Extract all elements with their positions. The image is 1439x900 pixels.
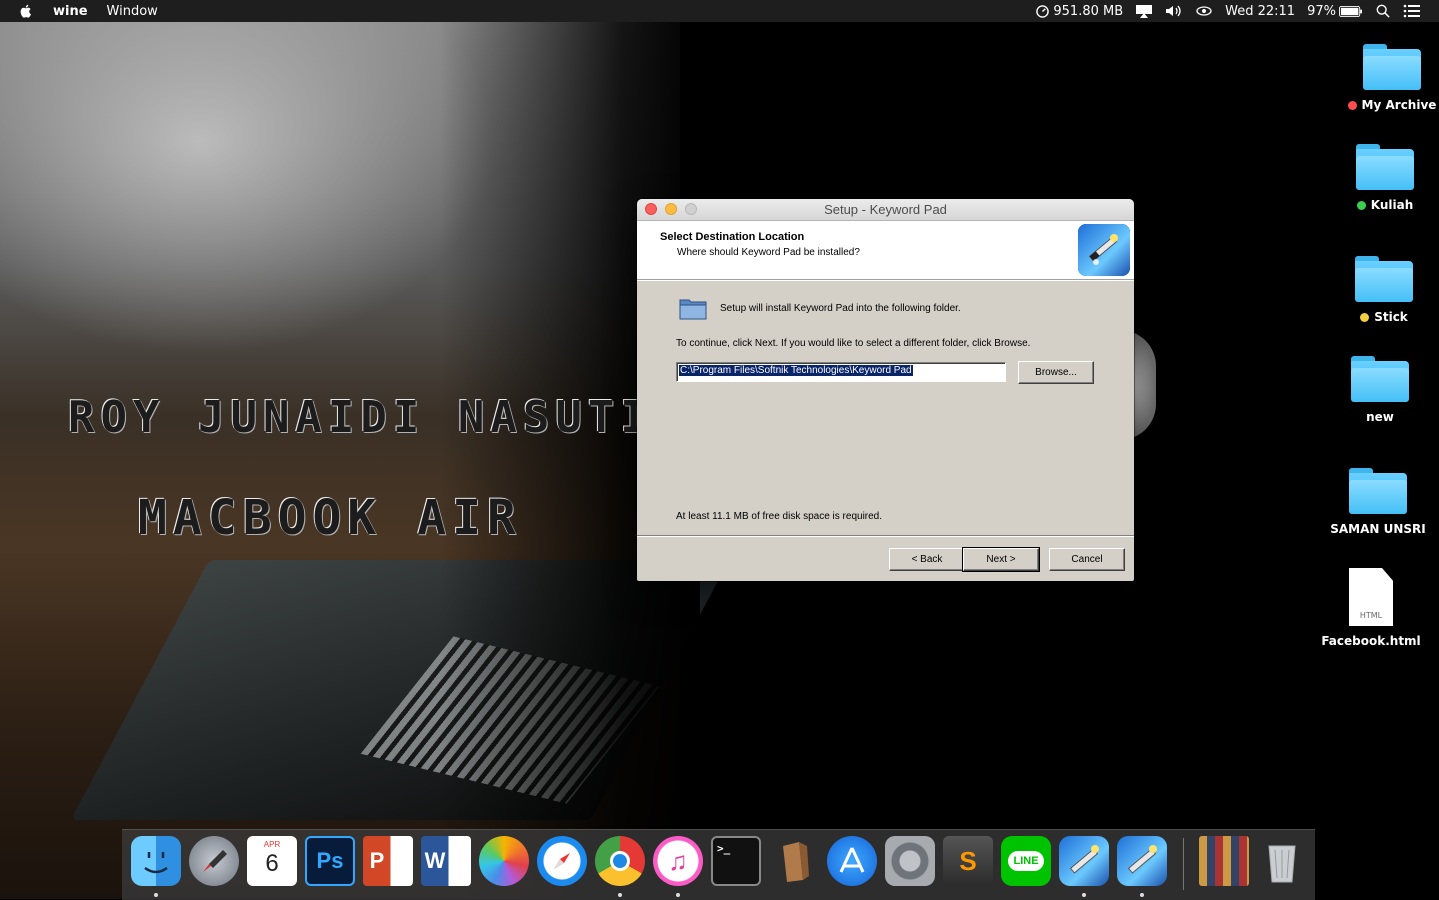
airplay-display-icon[interactable] [1135,4,1153,18]
dock-downloads-stack-icon[interactable] [1199,836,1249,886]
wizard-header: Select Destination Location Where should… [637,221,1134,280]
battery-status[interactable]: 97% [1307,4,1363,19]
dock-powerpoint-icon[interactable]: P [363,836,413,886]
folder-icon [1355,256,1413,302]
dock-finder-icon[interactable] [131,836,181,886]
desktop-item-label: SAMAN UNSRI [1330,522,1426,536]
folder-icon [1351,356,1409,402]
dock-chrome-icon[interactable] [595,836,645,886]
memory-monitor[interactable]: 951.80 MB [1036,4,1123,19]
memory-gauge-icon [1036,4,1050,18]
desktop-folder-new[interactable]: new [1325,356,1435,424]
spotlight-search-icon[interactable] [1375,4,1391,18]
menu-window[interactable]: Window [107,4,158,19]
dock-archive-utility-icon[interactable] [769,836,819,886]
running-indicator [1082,893,1086,897]
calendar-month: APR [263,840,281,849]
yellow-tag-icon [1360,312,1370,322]
desktop-folder-stick[interactable]: Stick [1329,256,1439,324]
folder-icon [1356,144,1414,190]
install-intro-text: Setup will install Keyword Pad into the … [720,303,961,314]
app-menu-wine[interactable]: wine [53,4,88,19]
calendar-day: 6 [265,850,279,877]
sync-icon[interactable] [1195,4,1213,18]
file-type-badge: HTML [1359,611,1383,620]
green-tag-icon [1356,200,1366,210]
desktop-folder-kuliah[interactable]: Kuliah [1330,144,1439,212]
continue-instructions: To continue, click Next. If you would li… [676,338,1031,349]
destination-path-value: C:\Program Files\Softnik Technologies\Ke… [678,364,914,377]
running-indicator [154,893,158,897]
dock-calendar-icon[interactable]: APR 6 [247,836,297,886]
notification-center-icon[interactable] [1403,4,1421,18]
html-file-icon: HTML [1349,568,1393,626]
dock-system-preferences-icon[interactable] [885,836,935,886]
wizard-page-subtitle: Where should Keyword Pad be installed? [677,247,860,258]
dock-app-store-icon[interactable] [827,836,877,886]
memory-value: 951.80 MB [1053,3,1124,19]
browse-button[interactable]: Browse... [1018,361,1094,384]
menu-bar: wine Window 951.80 MB Wed 22:11 97% [0,0,1439,22]
dock-word-icon[interactable]: W [421,836,471,886]
dock-terminal-icon[interactable]: >_ [711,836,761,886]
volume-icon[interactable] [1165,4,1183,18]
dock-trash-icon[interactable] [1257,836,1307,886]
wallpaper-text-model: MacBook Air [138,490,522,546]
back-button[interactable]: < Back [889,548,965,571]
wizard-body: Setup will install Keyword Pad into the … [637,280,1134,536]
dock-safari-icon[interactable] [537,836,587,886]
dock-photos-icon[interactable] [479,836,529,886]
window-title: Setup - Keyword Pad [824,202,947,217]
folder-icon [679,299,707,320]
desktop-file-facebook-html[interactable]: HTML Facebook.html [1316,568,1426,648]
wizard-footer: < Back Next > Cancel [637,535,1134,581]
folder-icon [1349,468,1407,514]
cancel-button[interactable]: Cancel [1049,548,1125,571]
dock-keyword-pad-setup-icon[interactable] [1059,836,1109,886]
dock: APR 6 Ps P W ♫ >_ S LINE [122,829,1315,900]
wallpaper-text-name: Roy Junaidi Nasution [68,392,718,443]
running-indicator [1140,893,1144,897]
menubar-clock[interactable]: Wed 22:11 [1225,4,1295,19]
battery-icon [1339,5,1362,17]
dock-photoshop-icon[interactable]: Ps [305,836,355,886]
desktop-item-label: My Archive [1361,98,1437,112]
dock-itunes-icon[interactable]: ♫ [653,836,703,886]
red-tag-icon [1347,100,1357,110]
setup-window: Setup - Keyword Pad Select Destination L… [637,199,1134,581]
wizard-page-title: Select Destination Location [660,231,805,243]
folder-icon [1363,44,1421,90]
desktop-item-label: Kuliah [1370,198,1414,212]
dock-line-icon[interactable]: LINE [1001,836,1051,886]
dock-sublime-text-icon[interactable]: S [943,836,993,886]
keyword-pad-logo-icon [1078,224,1130,276]
disk-space-requirement: At least 11.1 MB of free disk space is r… [676,511,883,522]
battery-percent: 97% [1307,3,1336,19]
next-button[interactable]: Next > [962,547,1040,572]
desktop-folder-my-archive[interactable]: My Archive [1337,44,1439,112]
running-indicator [618,893,622,897]
dock-launchpad-icon[interactable] [189,836,239,886]
dock-separator [1183,838,1184,890]
apple-menu-icon[interactable] [18,3,34,19]
running-indicator [676,893,680,897]
desktop-item-label: Facebook.html [1321,634,1421,648]
desktop-folder-saman-unsri[interactable]: SAMAN UNSRI [1323,468,1433,536]
destination-path-input[interactable]: C:\Program Files\Softnik Technologies\Ke… [676,362,1006,382]
desktop-item-label: new [1366,410,1394,424]
dock-keyword-pad-setup-icon[interactable] [1117,836,1167,886]
desktop-item-label: Stick [1374,310,1408,324]
window-titlebar[interactable]: Setup - Keyword Pad [637,199,1134,221]
